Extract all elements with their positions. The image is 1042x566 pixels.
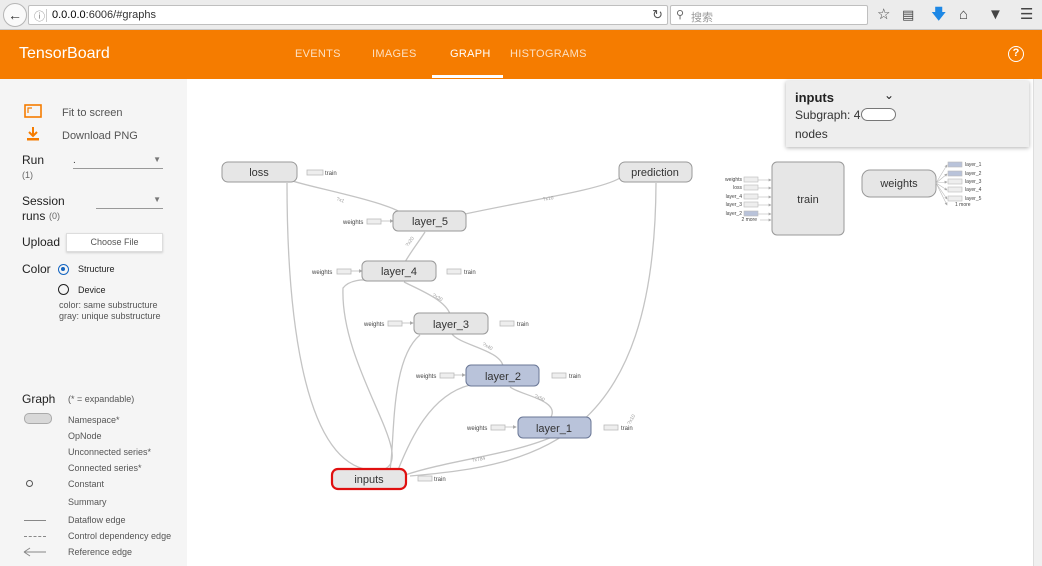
aux-train-label: train — [569, 374, 581, 380]
edge-label: ?x1 — [335, 196, 345, 204]
aux-train-label: train — [464, 270, 476, 276]
edge-layer1-layer2 — [509, 386, 553, 418]
edge-inputs-loss — [286, 182, 370, 471]
node-layer-1[interactable]: layer_1 — [517, 416, 592, 439]
nodes-label: nodes — [795, 127, 828, 141]
svg-text:layer_2: layer_2 — [485, 371, 521, 383]
edge-label: ?x30 — [431, 293, 444, 304]
edge-label: ?x784 — [471, 456, 486, 464]
aux-weights-label: weights — [415, 374, 436, 380]
edge-label: ?x20 — [405, 236, 416, 249]
vertical-scrollbar[interactable] — [1033, 79, 1042, 566]
node-layer-5[interactable]: layer_5 — [392, 210, 467, 232]
aux-train-label: train — [434, 477, 446, 483]
edge-inputs-layer4 — [342, 279, 393, 471]
aux-weights-label: weights — [311, 270, 332, 276]
node-layer-3[interactable]: layer_3 — [413, 312, 489, 335]
subgraph-pill-icon — [861, 108, 896, 121]
weights-stub — [366, 218, 382, 225]
node-weights[interactable]: weights — [861, 169, 937, 198]
aux-train-label: train — [325, 171, 337, 177]
aux-weights-label: weights — [466, 426, 487, 432]
weights-output-label: 1 more — [955, 202, 971, 208]
svg-text:train: train — [797, 194, 818, 206]
svg-text:loss: loss — [249, 167, 269, 179]
weights-output-label: layer_2 — [965, 171, 982, 177]
node-layer-4[interactable]: layer_4 — [361, 260, 437, 282]
train-stub — [499, 320, 515, 327]
weights-stub — [336, 268, 352, 275]
edge-inputs-layer3 — [389, 334, 421, 471]
expand-chevron-icon[interactable]: ⌄ — [884, 88, 894, 102]
svg-text:weights: weights — [879, 178, 918, 190]
svg-text:layer_3: layer_3 — [433, 319, 469, 331]
train-stub — [306, 169, 324, 176]
svg-text:layer_4: layer_4 — [381, 266, 417, 278]
svg-text:layer_1: layer_1 — [536, 423, 572, 435]
edge-label: ?x10 — [542, 195, 554, 203]
node-loss[interactable]: loss — [221, 161, 298, 183]
train-input-label: loss — [733, 185, 742, 191]
edge-label: ?x10 — [627, 413, 638, 426]
subgraph-count: Subgraph: 4 — [795, 108, 861, 122]
svg-text:inputs: inputs — [354, 474, 384, 486]
edge-layer2-layer3 — [451, 333, 504, 367]
edge-layer5-prediction — [464, 177, 621, 215]
aux-train-label: train — [517, 322, 529, 328]
svg-text:prediction: prediction — [631, 167, 679, 179]
node-layer-2[interactable]: layer_2 — [465, 364, 540, 387]
aux-train-label: train — [621, 426, 633, 432]
edge-layer5-loss — [289, 179, 401, 213]
weights-output-label: layer_3 — [965, 179, 982, 185]
info-card-title: inputs — [795, 90, 834, 105]
node-prediction[interactable]: prediction — [618, 161, 693, 183]
svg-text:layer_5: layer_5 — [412, 216, 448, 228]
weights-stub — [439, 372, 455, 379]
weights-stub — [490, 424, 506, 431]
weights-output-label: layer_4 — [965, 187, 982, 193]
edge-label: ?x40 — [481, 342, 494, 353]
train-input-label: layer_2 — [726, 211, 743, 217]
aux-weights-label: weights — [363, 322, 384, 328]
node-info-card: inputs ⌄ Subgraph: 4 nodes — [786, 81, 1029, 147]
node-train[interactable]: train — [771, 161, 845, 236]
node-inputs-selected[interactable]: inputs — [330, 467, 408, 491]
weights-stub — [387, 320, 403, 327]
aux-weights-label: weights — [342, 220, 363, 226]
edge-inputs-layer2 — [397, 384, 471, 471]
train-input-label: layer_3 — [726, 202, 743, 208]
train-stub — [603, 424, 619, 431]
train-input-label: 2 more — [741, 217, 757, 223]
weights-output-label: layer_1 — [965, 162, 982, 168]
train-input-label: layer_4 — [726, 194, 743, 200]
train-stub — [417, 475, 433, 482]
train-stub — [446, 268, 462, 275]
train-input-label: weights — [725, 177, 742, 183]
train-stub — [551, 372, 567, 379]
